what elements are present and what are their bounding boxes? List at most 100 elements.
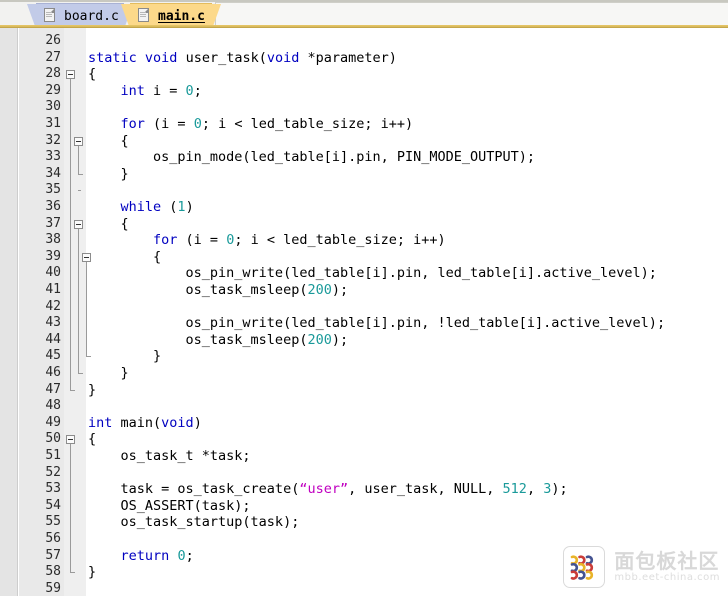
code-line-text: task = os_task_create(“user”, user_task,… xyxy=(88,481,568,498)
fold-guide-line xyxy=(86,261,87,357)
code-line[interactable]: 59 xyxy=(0,581,728,596)
code-line[interactable]: 42 xyxy=(0,299,728,316)
code-line-text: } xyxy=(88,165,129,182)
code-line[interactable]: 27 static void user_task(void *parameter) xyxy=(0,50,728,67)
code-line-text: os_task_t *task; xyxy=(88,448,251,464)
fold-toggle-icon[interactable] xyxy=(74,219,83,229)
line-number: 50 xyxy=(45,431,61,447)
code-line[interactable]: 30 xyxy=(0,99,728,116)
fold-toggle-icon[interactable] xyxy=(66,435,75,445)
fold-toggle-icon[interactable] xyxy=(66,70,75,80)
code-line[interactable]: 48 xyxy=(0,398,728,415)
code-line-text: os_task_msleep(200); xyxy=(88,282,349,298)
code-line[interactable]: 46 } xyxy=(0,365,728,382)
code-line[interactable]: 39 { xyxy=(0,249,728,266)
line-number: 32 xyxy=(45,132,61,148)
code-line-text: } xyxy=(88,564,97,581)
line-number: 34 xyxy=(45,165,61,181)
code-line-text: while (1) xyxy=(120,199,194,215)
code-line-text: OS_ASSERT(task); xyxy=(88,497,251,514)
code-line[interactable]: 57 return 0; xyxy=(0,548,728,565)
fold-guide-line xyxy=(78,145,79,174)
code-line[interactable]: 37 { xyxy=(0,216,728,233)
code-line[interactable]: 58} xyxy=(0,564,728,581)
code-line[interactable]: 44 os_task_msleep(200); xyxy=(0,332,728,349)
fold-end-marker xyxy=(70,572,75,574)
code-line[interactable]: 34 } xyxy=(0,166,728,183)
line-number: 37 xyxy=(45,215,61,231)
code-line-text: } xyxy=(88,365,129,381)
code-line[interactable]: 41 os_task_msleep(200); xyxy=(0,282,728,299)
line-number: 27 xyxy=(45,49,61,65)
line-number: 55 xyxy=(45,514,61,530)
code-line[interactable]: 54 OS_ASSERT(task); xyxy=(0,498,728,515)
line-number: 36 xyxy=(45,199,61,214)
code-line[interactable]: 26 xyxy=(0,33,728,50)
code-line-text: { xyxy=(88,215,129,232)
code-line-text: } xyxy=(88,381,97,398)
fold-end-marker xyxy=(78,173,83,175)
code-line[interactable]: 32 { xyxy=(0,133,728,150)
code-line-text: { xyxy=(88,66,97,83)
fold-toggle-icon[interactable] xyxy=(74,136,83,146)
code-line[interactable]: 33 os_pin_mode(led_table[i].pin, PIN_MOD… xyxy=(0,149,728,166)
line-number: 26 xyxy=(45,33,61,48)
code-line-text: static void user_task(void *parameter) xyxy=(88,49,397,66)
fold-guide-line xyxy=(70,444,71,573)
code-line[interactable]: 56 xyxy=(0,531,728,548)
code-line[interactable]: 35 xyxy=(0,182,728,199)
line-number: 54 xyxy=(45,497,61,513)
line-number: 33 xyxy=(45,149,61,165)
line-number: 51 xyxy=(45,448,61,463)
code-line[interactable]: 36 while (1) xyxy=(0,199,728,216)
code-line[interactable]: 47} xyxy=(0,382,728,399)
code-line[interactable]: 55 os_task_startup(task); xyxy=(0,514,728,531)
code-content-area[interactable]: 26 27 static void user_task(void *paramete… xyxy=(0,28,728,596)
line-number: 39 xyxy=(45,248,61,264)
code-line[interactable]: 29 int i = 0; xyxy=(0,83,728,100)
code-line[interactable]: 49 int main(void) xyxy=(0,415,728,432)
code-line-text: for (i = 0; i < led_table_size; i++) xyxy=(153,232,446,249)
line-number: 46 xyxy=(45,365,61,380)
line-number: 49 xyxy=(45,414,61,430)
code-line[interactable]: 38 for (i = 0; i < led_table_size; i++) xyxy=(0,232,728,249)
line-number: 59 xyxy=(45,580,61,596)
fold-toggle-icon[interactable] xyxy=(82,252,91,262)
line-number: 48 xyxy=(45,398,61,414)
tab-bar-empty-area xyxy=(215,2,728,25)
file-icon xyxy=(44,8,57,24)
code-line[interactable]: 53 task = os_task_create(“user”, user_ta… xyxy=(0,481,728,498)
tab-label: board.c xyxy=(64,8,119,24)
code-line-text: os_pin_mode(led_table[i].pin, PIN_MODE_O… xyxy=(88,149,536,166)
code-line-text: os_task_msleep(200); xyxy=(88,331,349,348)
code-line-text: { xyxy=(88,431,97,448)
code-line-text: os_pin_write(led_table[i].pin, led_table… xyxy=(88,265,657,282)
line-number: 56 xyxy=(45,531,61,546)
code-line[interactable]: 50 { xyxy=(0,431,728,448)
tab-label: main.c xyxy=(158,8,205,24)
code-line[interactable]: 40 os_pin_write(led_table[i].pin, led_ta… xyxy=(0,265,728,282)
code-line[interactable]: 43 os_pin_write(led_table[i].pin, !led_t… xyxy=(0,315,728,332)
code-line[interactable]: 45 } xyxy=(0,348,728,365)
fold-tick-marker xyxy=(78,190,81,192)
line-number: 53 xyxy=(45,481,61,497)
line-number: 43 xyxy=(45,315,61,331)
code-line-text: os_task_startup(task); xyxy=(88,514,300,531)
fold-tick-marker xyxy=(86,356,89,358)
code-line-text: } xyxy=(88,348,162,365)
code-line-text: for (i = 0; i < led_table_size; i++) xyxy=(120,116,414,132)
code-line-text: { xyxy=(88,132,129,149)
fold-guide-line xyxy=(78,228,79,373)
code-editor[interactable]: 26 27 static void user_task(void *paramete… xyxy=(0,28,728,596)
code-line-text: { xyxy=(88,248,162,265)
line-number: 42 xyxy=(45,298,61,314)
code-line[interactable]: 28 { xyxy=(0,66,728,83)
line-number: 45 xyxy=(45,348,61,364)
line-number: 41 xyxy=(45,282,61,297)
code-line[interactable]: 51 os_task_t *task; xyxy=(0,448,728,465)
fold-tick-marker xyxy=(78,373,81,374)
code-line[interactable]: 31 for (i = 0; i < led_table_size; i++) xyxy=(0,116,728,133)
line-number: 40 xyxy=(45,265,61,281)
code-line[interactable]: 52 xyxy=(0,465,728,482)
line-number: 31 xyxy=(45,116,61,131)
